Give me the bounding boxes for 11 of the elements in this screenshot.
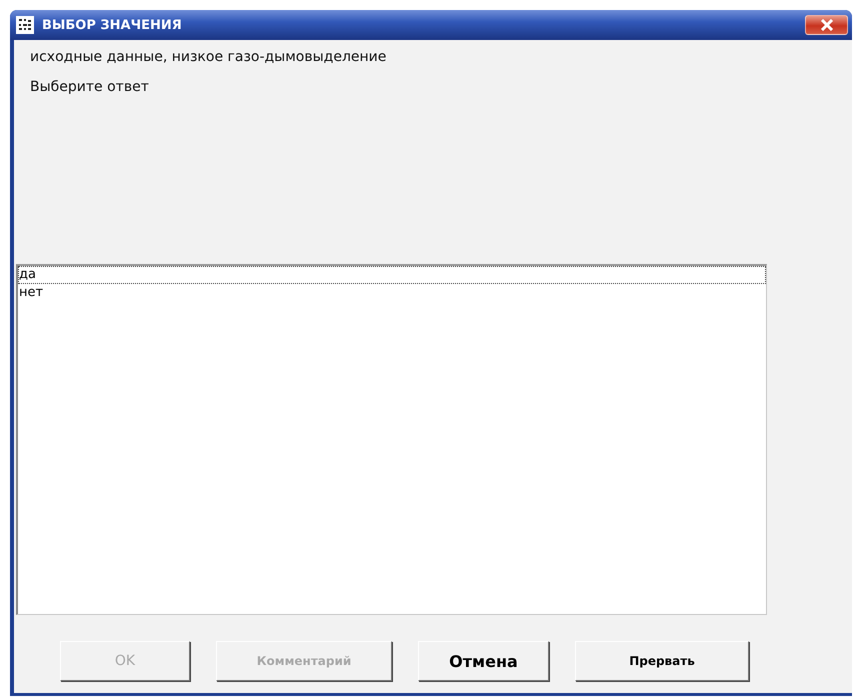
window-title: ВЫБОР ЗНАЧЕНИЯ (42, 18, 183, 32)
list-item[interactable]: нет (18, 284, 766, 302)
answer-list[interactable]: да нет (16, 264, 767, 615)
prompt-text: Выберите ответ (30, 78, 150, 97)
app-icon (16, 16, 34, 34)
list-item[interactable]: да (18, 266, 766, 284)
close-icon (820, 19, 834, 31)
dialog-button[interactable]: Отмена (418, 641, 549, 681)
prompt-text: исходные данные, низкое газо-дымовыделение (30, 48, 388, 67)
close-button[interactable] (805, 15, 848, 35)
dialog-button[interactable]: Прервать (575, 641, 749, 681)
